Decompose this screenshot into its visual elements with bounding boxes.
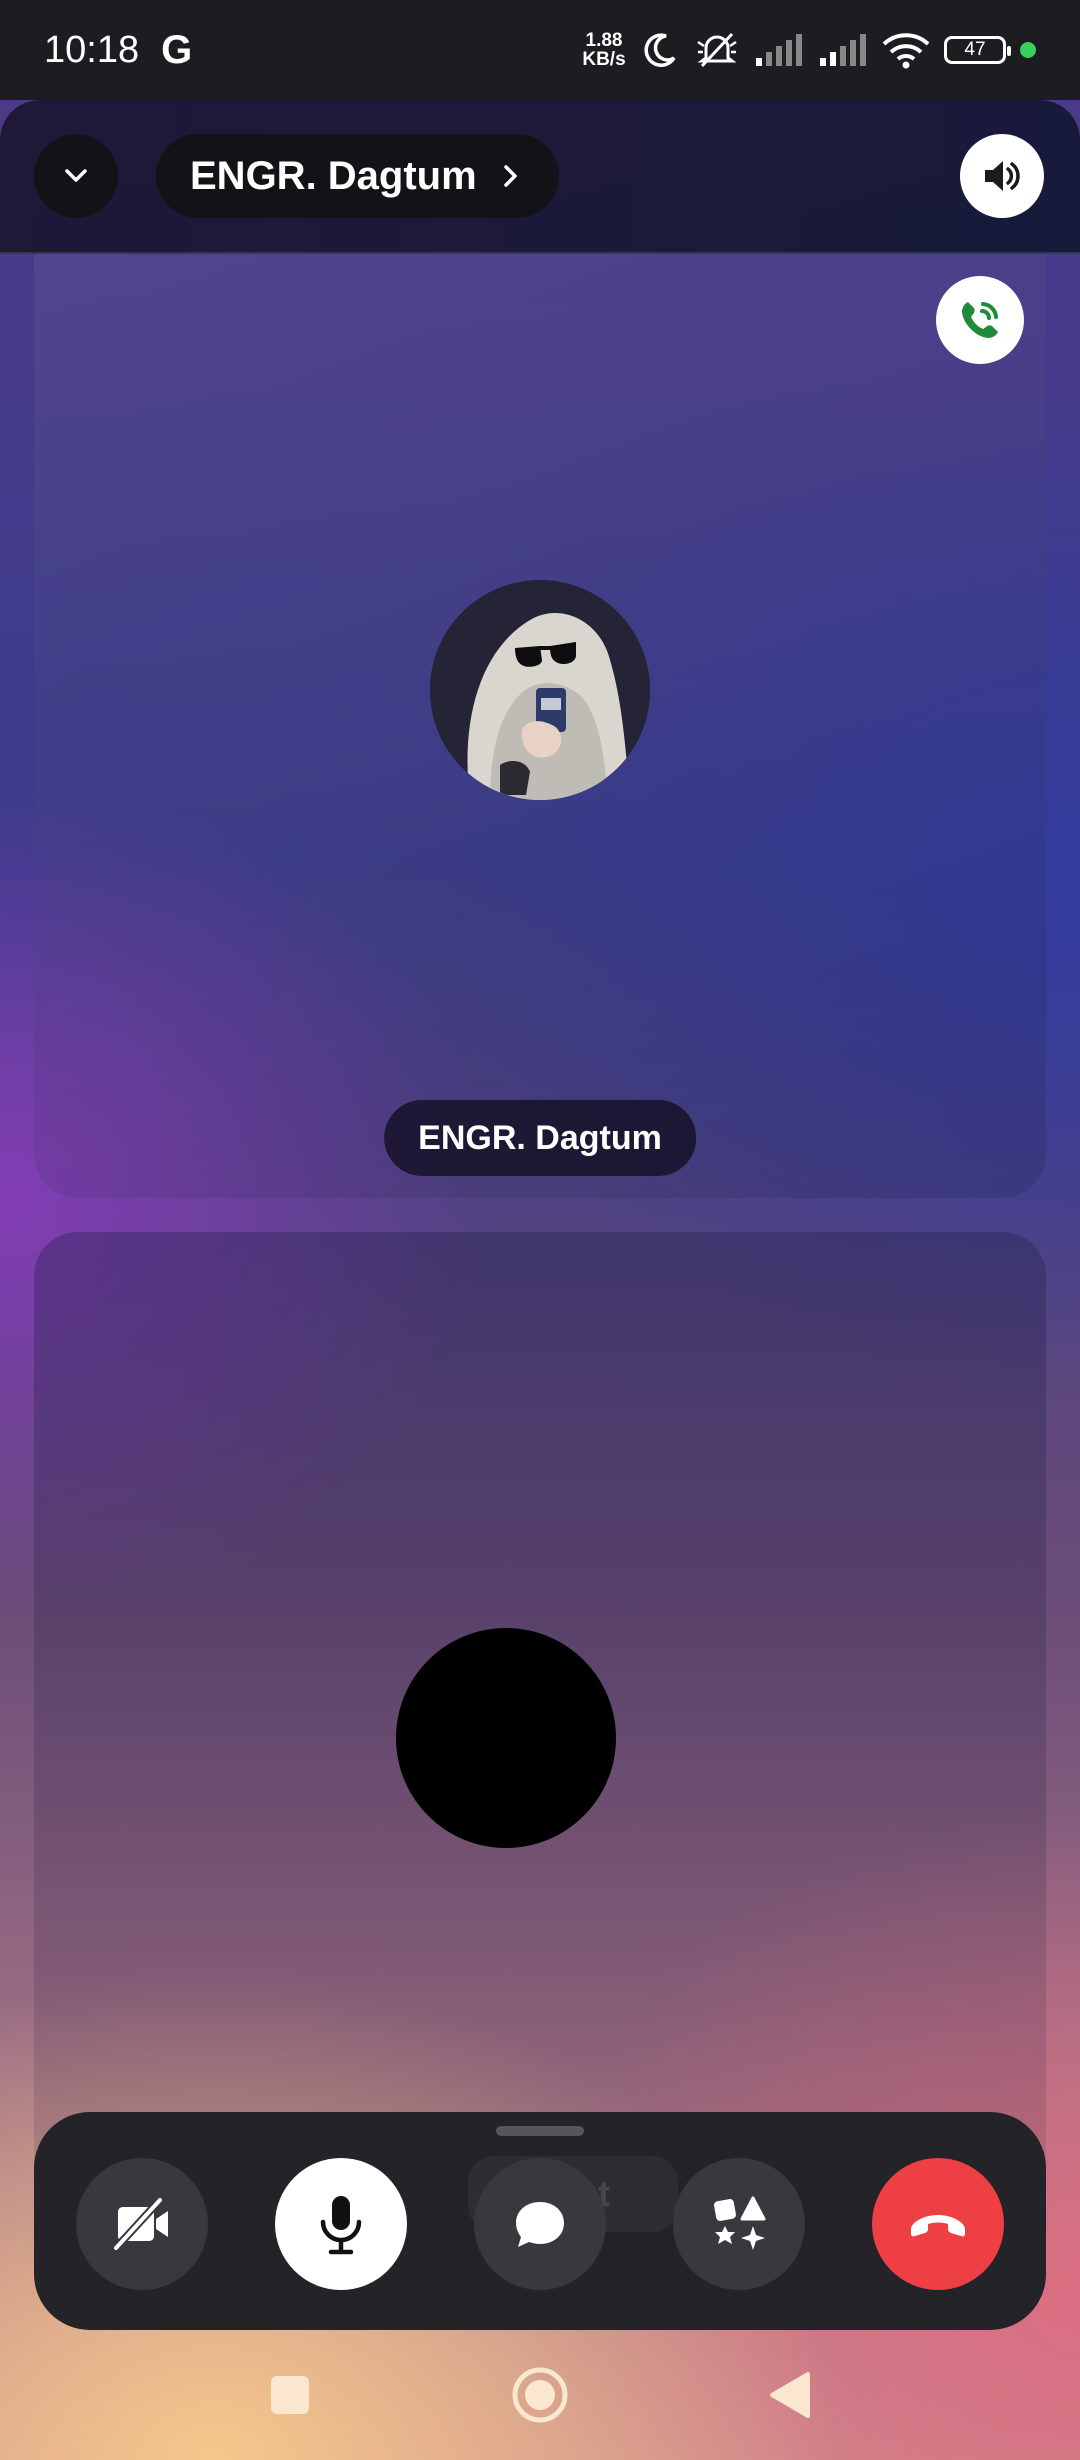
call-header: ENGR. Dagtum — [0, 100, 1080, 254]
home-button[interactable] — [505, 2360, 575, 2430]
drag-handle[interactable] — [496, 2126, 584, 2136]
phone-hangup-icon — [911, 2215, 965, 2237]
participant-name-tag: ENGR. Dagtum — [384, 1100, 696, 1176]
clock: 10:18 — [44, 28, 140, 71]
participant-name: ENGR. Dagtum — [418, 1118, 662, 1157]
back-button[interactable] — [755, 2360, 825, 2430]
home-icon — [512, 2367, 568, 2423]
shapes-icon — [714, 2196, 766, 2250]
self-avatar — [396, 1628, 616, 1848]
recents-button[interactable] — [255, 2360, 325, 2430]
speaker-icon — [985, 161, 1020, 191]
end-call-button[interactable] — [872, 2158, 1004, 2290]
collapse-button[interactable] — [34, 134, 118, 218]
camera-off-button[interactable] — [76, 2158, 208, 2290]
signal-icon — [756, 34, 802, 66]
status-right: 1.88 KB/s 47 — [582, 30, 1036, 70]
chevron-right-icon — [503, 165, 517, 187]
moon-icon — [644, 33, 676, 67]
battery-icon: 47 — [944, 36, 1011, 64]
avatar-ghost-sunglasses — [430, 580, 650, 800]
participant-avatar — [430, 580, 650, 800]
bell-off-icon — [697, 32, 737, 68]
active-dot — [1020, 42, 1036, 58]
signal-icon — [820, 34, 866, 66]
google-icon: G — [161, 27, 193, 72]
network-speed-value: 1.88 — [585, 30, 623, 51]
chevron-down-icon — [65, 169, 87, 182]
chat-bubble-icon — [516, 2202, 564, 2247]
network-speed-unit: KB/s — [582, 49, 626, 70]
speaker-button[interactable] — [960, 134, 1044, 218]
call-title-button[interactable]: ENGR. Dagtum — [156, 134, 559, 218]
navigation-bar — [0, 2330, 1080, 2460]
microphone-button[interactable] — [275, 2158, 407, 2290]
voice-call-badge — [936, 276, 1024, 364]
participant-tile[interactable]: ENGR. Dagtum — [34, 254, 1046, 1198]
microphone-icon — [320, 2196, 362, 2255]
call-title: ENGR. Dagtum — [190, 153, 477, 198]
back-icon — [770, 2372, 810, 2418]
network-speed: 1.88 KB/s — [582, 31, 626, 69]
status-bar: 10:18 G 1.88 KB/s 47 — [0, 0, 1080, 100]
phone-voice-icon — [962, 302, 998, 338]
wifi-icon — [882, 33, 930, 69]
status-left: 10:18 G — [44, 28, 192, 73]
recents-icon — [271, 2376, 309, 2414]
call-control-bar[interactable]: chat — [34, 2112, 1046, 2330]
activities-button[interactable] — [673, 2158, 805, 2290]
camera-off-icon — [113, 2197, 168, 2251]
battery-level: 47 — [964, 39, 986, 60]
chat-button[interactable] — [474, 2158, 606, 2290]
